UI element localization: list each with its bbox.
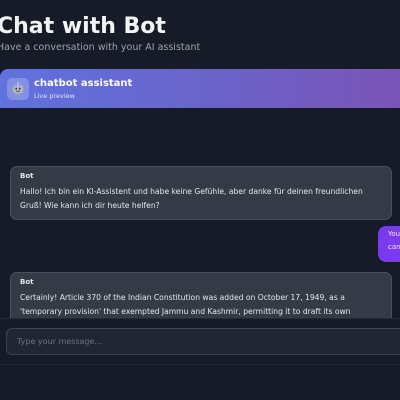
robot-icon [7, 78, 29, 100]
user-message: You can [378, 226, 400, 262]
page-subtitle: Have a conversation with your AI assista… [0, 42, 201, 53]
page-title: Chat with Bot [0, 14, 166, 39]
message-text: can [388, 243, 400, 251]
bot-message: Bot Hallo! Ich bin ein KI-Assistent und … [10, 166, 392, 220]
chat-header: chatbot assistant Live preview [0, 69, 400, 108]
message-list[interactable]: Bot Hallo! Ich bin ein KI-Assistent und … [0, 108, 400, 318]
message-sender: Bot [20, 172, 34, 180]
message-input[interactable] [6, 328, 400, 355]
message-sender: Bot [20, 278, 34, 286]
input-bar [0, 318, 400, 365]
divider [0, 364, 400, 365]
chat-title: chatbot assistant [34, 78, 133, 89]
chat-page: Chat with Bot Have a conversation with y… [0, 0, 400, 400]
message-sender: You [388, 230, 400, 238]
message-text: Certainly! Article 370 of the Indian Con… [20, 293, 351, 316]
chat-status: Live preview [34, 92, 75, 100]
message-text: Hallo! Ich bin ein KI-Assistent und habe… [20, 187, 363, 210]
bot-message: Bot Certainly! Article 370 of the Indian… [10, 272, 392, 318]
